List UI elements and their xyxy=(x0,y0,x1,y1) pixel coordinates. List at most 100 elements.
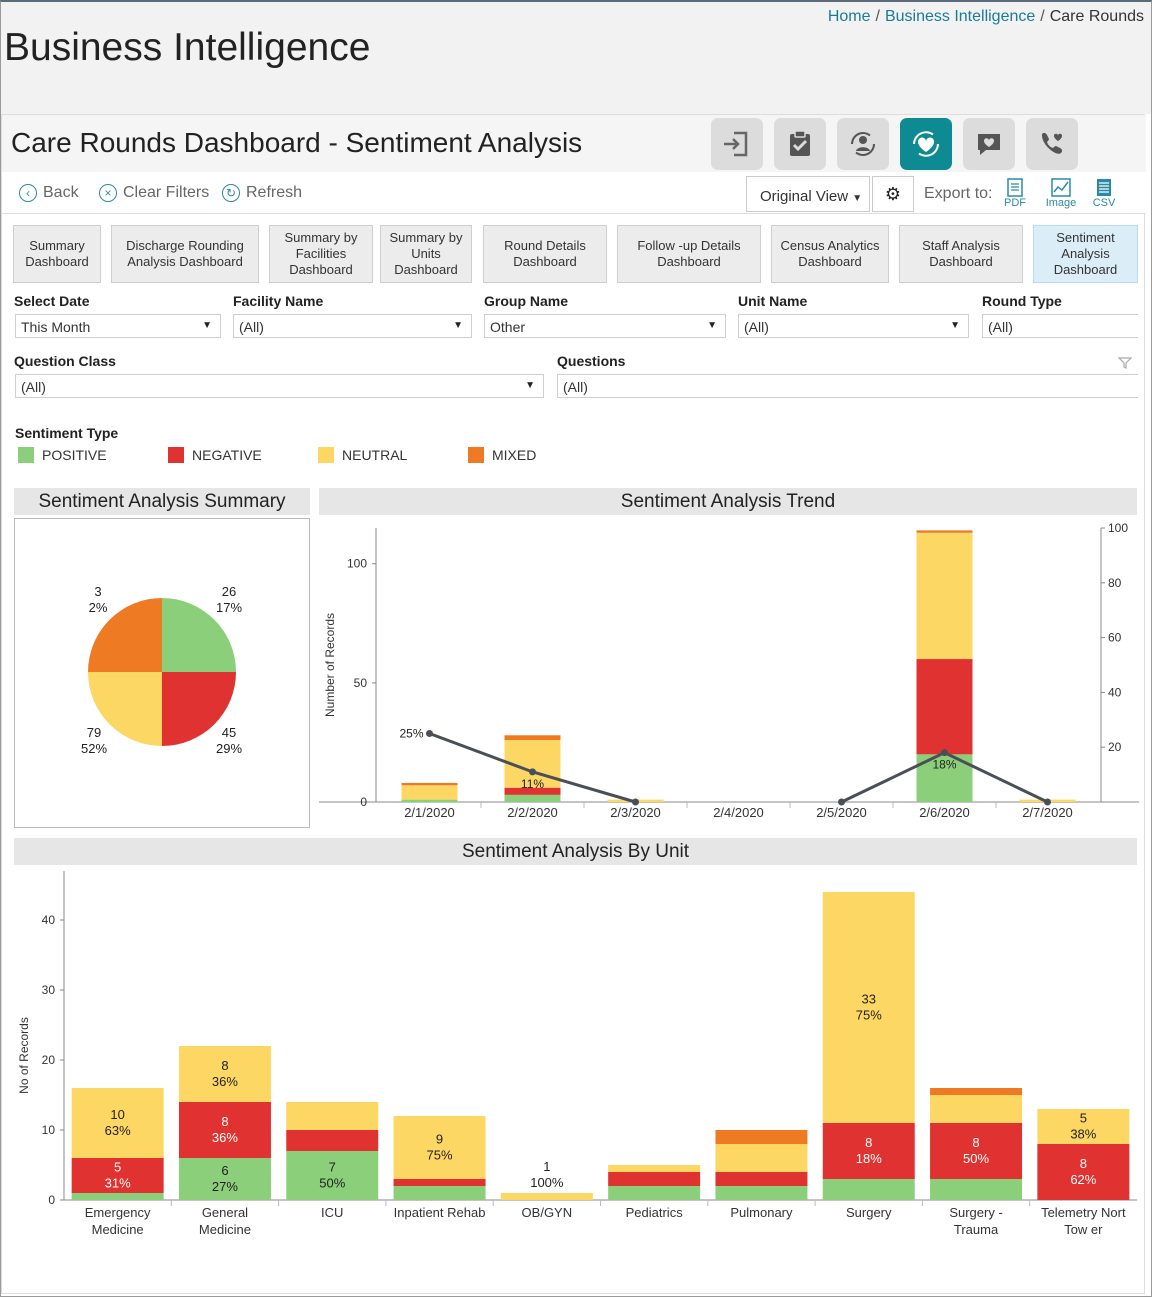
questions-value: (All) xyxy=(563,379,588,395)
unit-name-dropdown[interactable]: (All) ▼ xyxy=(738,314,969,338)
tab-summary-facilities[interactable]: Summary by Facilities Dashboard xyxy=(269,225,373,283)
x-tick-label: Emergency xyxy=(85,1205,151,1220)
x-tick-label: Trauma xyxy=(954,1222,999,1237)
tab-label: Round Details Dashboard xyxy=(504,238,586,269)
x-tick-label: 2/1/2020 xyxy=(404,805,455,820)
breadcrumb-separator: / xyxy=(875,8,880,25)
export-image-button[interactable]: Image xyxy=(1043,178,1079,209)
chat-heart-button[interactable] xyxy=(963,118,1015,170)
data-label: 18% xyxy=(856,1151,882,1166)
data-label: 5 xyxy=(114,1160,121,1175)
tab-census-analytics[interactable]: Census Analytics Dashboard xyxy=(771,225,889,283)
heart-sync-button[interactable] xyxy=(900,118,952,170)
y-tick-label: 0 xyxy=(360,795,367,809)
legend-label: NEGATIVE xyxy=(192,447,262,463)
x-tick-label: Tow er xyxy=(1064,1222,1103,1237)
legend-swatch xyxy=(468,447,484,463)
facility-name-value: (All) xyxy=(239,319,264,335)
bar-segment-neutral xyxy=(401,785,458,800)
legend-positive[interactable]: POSITIVE xyxy=(18,447,107,463)
export-pdf-button[interactable]: PDF xyxy=(997,178,1033,209)
percent-point xyxy=(529,768,536,776)
x-tick-label: Medicine xyxy=(199,1222,251,1237)
tab-follow-up-details[interactable]: Follow -up Details Dashboard xyxy=(617,225,761,283)
pie-percent-label: 52% xyxy=(81,741,107,756)
tab-label: Discharge Rounding Analysis Dashboard xyxy=(126,238,244,269)
bar-segment-neutral xyxy=(930,1095,1023,1123)
tab-sentiment-analysis[interactable]: Sentiment Analysis Dashboard xyxy=(1033,225,1138,283)
filter-icon[interactable] xyxy=(1118,356,1132,370)
group-name-dropdown[interactable]: Other ▼ xyxy=(484,314,726,338)
exit-icon xyxy=(724,131,748,157)
back-button[interactable]: ‹ Back xyxy=(19,184,79,202)
trend-chart-box: 0 50 100 20 40 60 80 100 Number of Records 2/1/20… xyxy=(319,518,1139,838)
bar-segment-neutral xyxy=(608,1165,701,1172)
bar-segment-positive xyxy=(71,1193,164,1200)
export-csv-button[interactable]: CSV xyxy=(1086,178,1122,209)
data-label: 8 xyxy=(865,1135,872,1150)
legend-label: POSITIVE xyxy=(42,447,107,463)
data-label: 31% xyxy=(105,1176,131,1191)
tab-summary-units[interactable]: Summary by Units Dashboard xyxy=(380,225,472,283)
tab-label: Sentiment Analysis Dashboard xyxy=(1053,230,1118,277)
tab-summary-dashboard[interactable]: Summary Dashboard xyxy=(13,225,101,283)
heart-sync-icon xyxy=(913,131,939,157)
percent-point xyxy=(941,749,948,757)
user-refresh-button[interactable] xyxy=(837,118,889,170)
bar-segment-mixed xyxy=(715,1130,808,1144)
view-select[interactable]: Original View ▼ xyxy=(746,176,870,212)
x-tick-label: General xyxy=(202,1205,248,1220)
phone-heart-icon xyxy=(1041,132,1063,154)
refresh-button[interactable]: ↻ Refresh xyxy=(222,184,302,202)
percent-label: 18% xyxy=(932,758,956,772)
x-tick-label: Inpatient Rehab xyxy=(394,1205,486,1220)
data-label: 33 xyxy=(862,992,876,1007)
data-label: 50% xyxy=(963,1151,989,1166)
y2-tick-label: 60 xyxy=(1108,631,1122,645)
breadcrumb-bi-link[interactable]: Business Intelligence xyxy=(885,8,1035,25)
legend-neutral[interactable]: NEUTRAL xyxy=(318,447,407,463)
questions-dropdown[interactable]: (All) xyxy=(557,374,1138,398)
y-tick-label: 20 xyxy=(42,1053,56,1067)
round-type-value: (All) xyxy=(988,319,1013,335)
bar-segment-neutral xyxy=(500,1193,593,1200)
x-tick-label: Telemetry Nort xyxy=(1041,1205,1126,1220)
tab-round-details[interactable]: Round Details Dashboard xyxy=(483,225,607,283)
data-label: 27% xyxy=(212,1179,238,1194)
pie-chart-box: 26 17% 45 29% 79 52% 3 2% xyxy=(14,518,310,828)
y-axis-title: No of Records xyxy=(17,1017,31,1094)
tab-discharge-rounding[interactable]: Discharge Rounding Analysis Dashboard xyxy=(111,225,259,283)
pie-value-label: 79 xyxy=(87,725,101,740)
breadcrumb-home-link[interactable]: Home xyxy=(828,8,871,25)
select-date-dropdown[interactable]: This Month ▼ xyxy=(15,314,221,338)
phone-heart-button[interactable] xyxy=(1026,118,1078,170)
x-tick-label: Medicine xyxy=(92,1222,144,1237)
tab-staff-analysis[interactable]: Staff Analysis Dashboard xyxy=(899,225,1023,283)
settings-button[interactable]: ⚙ xyxy=(872,176,914,212)
unit-name-value: (All) xyxy=(744,319,769,335)
exit-icon-button[interactable] xyxy=(711,118,763,170)
y-tick-label: 50 xyxy=(354,676,368,690)
clipboard-button[interactable] xyxy=(774,118,826,170)
question-class-dropdown[interactable]: (All) ▼ xyxy=(15,374,544,398)
pie-value-label: 26 xyxy=(222,584,236,599)
pie-value-label: 3 xyxy=(94,584,101,599)
export-csv-label: CSV xyxy=(1092,197,1116,209)
legend-mixed[interactable]: MIXED xyxy=(468,447,536,463)
clear-filters-button[interactable]: × Clear Filters xyxy=(99,184,209,202)
question-class-value: (All) xyxy=(21,379,46,395)
group-name-value: Other xyxy=(490,319,526,335)
bar-segment-negative xyxy=(608,1172,701,1186)
percent-point xyxy=(1044,798,1051,806)
facility-name-dropdown[interactable]: (All) ▼ xyxy=(233,314,472,338)
legend-negative[interactable]: NEGATIVE xyxy=(168,447,262,463)
data-label: 50% xyxy=(319,1176,345,1191)
export-label: Export to: xyxy=(924,185,993,202)
data-label: 5 xyxy=(1080,1111,1087,1126)
summary-chart-title: Sentiment Analysis Summary xyxy=(14,488,310,515)
refresh-label: Refresh xyxy=(246,184,303,201)
refresh-icon: ↻ xyxy=(222,184,240,202)
round-type-dropdown[interactable]: (All) xyxy=(982,314,1138,338)
legend-label: NEUTRAL xyxy=(342,447,408,463)
trend-chart: 0 50 100 20 40 60 80 100 Number of Records 2/1/20… xyxy=(319,521,1139,820)
